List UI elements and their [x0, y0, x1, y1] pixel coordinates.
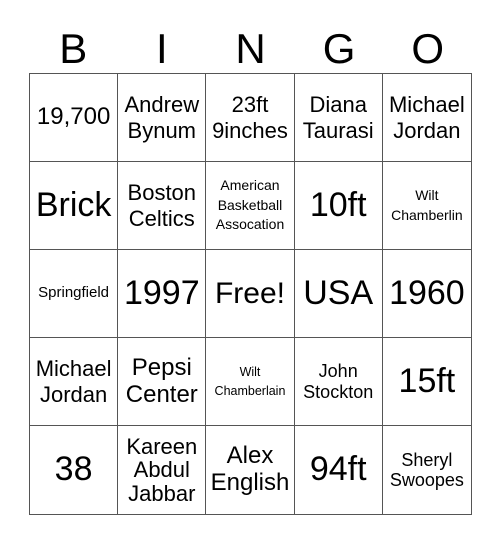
- bingo-cell[interactable]: 94ft: [295, 426, 383, 514]
- bingo-cell[interactable]: 38: [30, 426, 119, 514]
- bingo-cell[interactable]: 15ft: [382, 338, 471, 426]
- bingo-cell[interactable]: 1997: [118, 250, 207, 338]
- header-letter-b: B: [59, 25, 88, 72]
- free-space-cell[interactable]: Free!: [206, 250, 295, 338]
- bingo-header: B I N G O: [29, 26, 472, 72]
- bingo-cell[interactable]: 19,700: [30, 74, 119, 162]
- bingo-cell[interactable]: 1960: [382, 250, 471, 338]
- bingo-cell[interactable]: 10ft: [294, 162, 383, 250]
- bingo-cell[interactable]: Michael Jordan: [30, 338, 119, 426]
- bingo-board: 19,700 Andrew Bynum 23ft 9inches Diana T…: [29, 73, 472, 515]
- bingo-cell[interactable]: Brick: [30, 162, 119, 250]
- bingo-cell[interactable]: Michael Jordan: [382, 74, 471, 162]
- bingo-cell[interactable]: Kareen Abdul Jabbar: [118, 426, 207, 514]
- bingo-cell[interactable]: USA: [294, 250, 383, 338]
- header-letter-i: I: [156, 25, 168, 72]
- header-letter-g: G: [322, 25, 356, 72]
- bingo-cell[interactable]: Diana Taurasi: [294, 74, 383, 162]
- bingo-cell[interactable]: Alex English: [206, 426, 295, 514]
- bingo-cell[interactable]: Sheryl Swoopes: [383, 426, 471, 514]
- bingo-cell[interactable]: 23ft 9inches: [206, 74, 295, 162]
- bingo-cell[interactable]: American Basketball Assocation: [206, 162, 295, 250]
- bingo-cell[interactable]: Wilt Chamberlain: [206, 338, 295, 426]
- bingo-cell[interactable]: John Stockton: [294, 338, 383, 426]
- header-letter-o: O: [411, 25, 444, 72]
- bingo-cell[interactable]: Springfield: [30, 250, 119, 338]
- header-letter-n: N: [235, 25, 266, 72]
- bingo-cell[interactable]: Wilt Chamberlin: [382, 162, 471, 250]
- bingo-cell[interactable]: Pepsi Center: [118, 338, 207, 426]
- bingo-cell[interactable]: Boston Celtics: [118, 162, 207, 250]
- bingo-cell[interactable]: Andrew Bynum: [118, 74, 207, 162]
